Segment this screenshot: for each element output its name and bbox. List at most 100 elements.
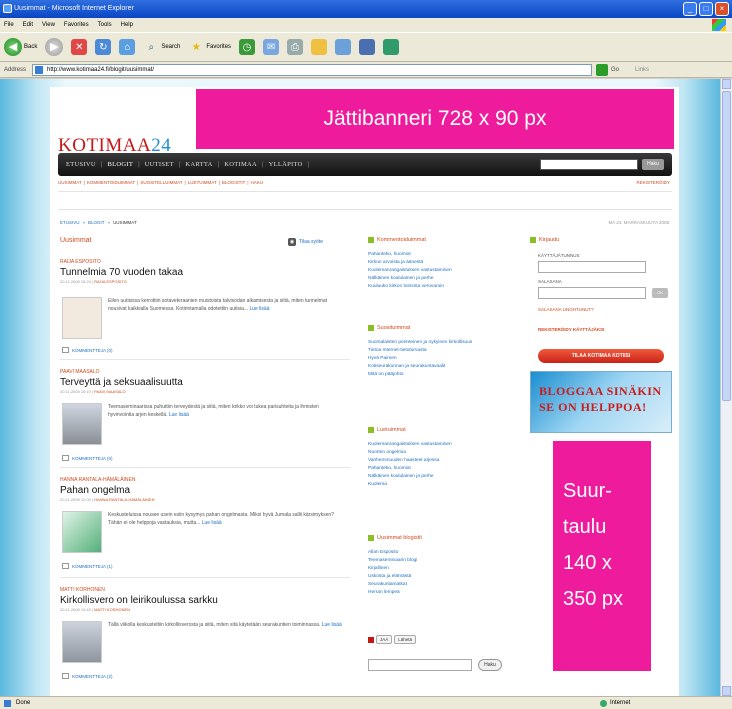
- scroll-up-arrow[interactable]: [722, 79, 731, 89]
- post-comments[interactable]: KOMMENTTEJA (1): [62, 563, 113, 569]
- subnav-blogistit[interactable]: BLOGISTIT: [222, 180, 246, 185]
- read-more-link[interactable]: Lue lisää: [202, 520, 222, 526]
- toolbar-extra-icon[interactable]: [383, 39, 400, 55]
- list-item[interactable]: Uskosta ja elämästä: [368, 573, 518, 581]
- nav-yllapito[interactable]: YLLÄPITO: [269, 161, 303, 168]
- list-item[interactable]: Pahanteko, huomiot: [368, 251, 518, 259]
- list-item[interactable]: Nuorten ongelmia: [368, 449, 518, 457]
- nav-etusivu[interactable]: ETUSIVU: [66, 161, 96, 168]
- stop-icon[interactable]: ✕: [71, 39, 88, 55]
- search-button[interactable]: ⌕ Search: [143, 39, 181, 55]
- subnav-uusimmat[interactable]: UUSIMMAT: [58, 180, 82, 185]
- nav-uutiset[interactable]: UUTISET: [145, 161, 174, 168]
- list-item[interactable]: Hyvä Paimen: [368, 355, 518, 363]
- mail-icon[interactable]: ✉: [263, 39, 280, 55]
- menu-edit[interactable]: Edit: [23, 22, 33, 28]
- register-link[interactable]: REKISTERÖIDY: [636, 180, 670, 185]
- nav-blogit[interactable]: BLOGIT: [107, 161, 133, 168]
- post-comments[interactable]: KOMMENTTEJA (0): [62, 455, 113, 461]
- blog-promo-ad[interactable]: BLOGGAA SINÄKIN SE ON HELPPOA!: [530, 371, 672, 433]
- list-item[interactable]: Kuolema: [368, 481, 518, 489]
- list-item[interactable]: Nälkäinen koululainen ja perhe: [368, 473, 518, 481]
- favorites-button[interactable]: ★ Favorites: [188, 39, 231, 55]
- address-field[interactable]: http://www.kotimaa24.fi/blogit/uusimmat/: [32, 63, 593, 76]
- post-blogger[interactable]: MATTI KORHONEN: [60, 587, 350, 593]
- folder-icon[interactable]: [311, 39, 328, 55]
- scroll-down-arrow[interactable]: [722, 686, 731, 696]
- nav-kotimaa[interactable]: KOTIMAA: [224, 161, 257, 168]
- list-item[interactable]: Kirjallinen: [368, 565, 518, 573]
- subnav-kommentoiduimmat[interactable]: KOMMENTOIDUIMMAT: [87, 180, 135, 185]
- list-item[interactable]: Nälkäinen koululainen ja perhe: [368, 275, 518, 283]
- breadcrumb-etusivu[interactable]: ETUSIVU: [60, 220, 80, 225]
- skyscraper-ad[interactable]: Suur- taulu 140 x 350 px: [553, 441, 651, 671]
- nav-kartta[interactable]: KARTTA: [185, 161, 212, 168]
- post-title[interactable]: Kirkollisvero on leirikoulussa sarkku: [60, 595, 350, 606]
- read-more-link[interactable]: Lue lisää: [249, 306, 269, 312]
- menu-tools[interactable]: Tools: [98, 22, 112, 28]
- blog-search-button[interactable]: Haku: [478, 659, 502, 671]
- go-button[interactable]: Go: [611, 67, 619, 73]
- list-item[interactable]: Teemaseminaarin blogi: [368, 557, 518, 565]
- list-item[interactable]: Mitä on pääjohto: [368, 371, 518, 379]
- links-button[interactable]: Links: [635, 67, 649, 73]
- post-comments[interactable]: KOMMENTTEJA (0): [62, 347, 113, 353]
- menu-view[interactable]: View: [42, 22, 55, 28]
- blog-search-input[interactable]: [368, 659, 472, 671]
- research-icon[interactable]: [359, 39, 376, 55]
- username-field[interactable]: [538, 261, 646, 273]
- post-title[interactable]: Pahan ongelma: [60, 485, 350, 496]
- order-kotimaa-button[interactable]: TILAA KOTIMAA KOTIISI: [538, 349, 664, 363]
- menu-favorites[interactable]: Favorites: [64, 22, 89, 28]
- list-item[interactable]: Kuuluuko kirkon toiminta verovaroin: [368, 283, 518, 291]
- list-item[interactable]: Seurakuntamatkat: [368, 581, 518, 589]
- back-button[interactable]: ◀ Back: [4, 38, 37, 56]
- list-item[interactable]: Suomalaisten perinteinen ja nykyinen kir…: [368, 339, 518, 347]
- forward-icon[interactable]: ▶: [45, 38, 64, 56]
- refresh-icon[interactable]: ↻: [95, 39, 112, 55]
- post-blogger[interactable]: RAIJA ESPOSITO: [60, 259, 350, 265]
- top-banner-ad[interactable]: Jättibanneri 728 x 90 px: [196, 89, 674, 149]
- maximize-button[interactable]: □: [699, 2, 713, 16]
- read-more-link[interactable]: Lue lisää: [169, 412, 189, 418]
- vertical-scrollbar[interactable]: [720, 79, 732, 696]
- subnav-luetuimmat[interactable]: LUETUIMMAT: [188, 180, 217, 185]
- go-icon[interactable]: [596, 63, 609, 76]
- site-search-button[interactable]: Haku: [642, 159, 664, 170]
- history-icon[interactable]: ◷: [239, 39, 256, 55]
- list-item[interactable]: Kuolemanrangaistuksen vastustaminen: [368, 267, 518, 275]
- list-item[interactable]: Tietoa Internet-tietoturvasta: [368, 347, 518, 355]
- minimize-button[interactable]: _: [683, 2, 697, 16]
- list-item[interactable]: Kirkon arvoista ja äänestä: [368, 259, 518, 267]
- forgot-password-link[interactable]: SALASANA UNOHTUNUT?: [538, 307, 594, 312]
- list-item[interactable]: Herran lempeä: [368, 589, 518, 597]
- menu-file[interactable]: File: [4, 22, 14, 28]
- post-blogger[interactable]: HANNA RANTALA-HÄMÄLÄINEN: [60, 477, 350, 483]
- list-item[interactable]: Kuolemanrangaistuksen vastustaminen: [368, 441, 518, 449]
- share-button[interactable]: JAA: [376, 635, 393, 644]
- menu-help[interactable]: Help: [121, 22, 133, 28]
- list-item[interactable]: Pahanteko, huomiot: [368, 465, 518, 473]
- post-title[interactable]: Terveyttä ja seksuaalisuutta: [60, 377, 350, 388]
- subnav-suositelluimmat[interactable]: SUOSITELLUIMMAT: [140, 180, 182, 185]
- password-field[interactable]: [538, 287, 646, 299]
- rss-subscribe[interactable]: ◉ Tilaa syöte: [288, 238, 323, 246]
- post-comments[interactable]: KOMMENTTEJA (2): [62, 673, 113, 679]
- home-icon[interactable]: ⌂: [119, 39, 136, 55]
- scroll-thumb[interactable]: [722, 91, 731, 401]
- send-button[interactable]: Lähetä: [394, 635, 417, 644]
- breadcrumb-blogit[interactable]: BLOGIT: [88, 220, 105, 225]
- subnav-haku[interactable]: HAKU: [251, 180, 264, 185]
- messenger-icon[interactable]: [335, 39, 352, 55]
- login-button[interactable]: OK: [652, 288, 668, 298]
- print-icon[interactable]: ⎙: [287, 39, 304, 55]
- list-item[interactable]: Vanhemmuuden haasteet arjessa: [368, 457, 518, 465]
- register-user-link[interactable]: REKISTERÖIDY KÄYTTÄJÄKSI: [538, 327, 604, 332]
- post-title[interactable]: Tunnelmia 70 vuoden takaa: [60, 267, 350, 278]
- site-search-input[interactable]: [540, 159, 638, 170]
- list-item[interactable]: Allan Esposito: [368, 549, 518, 557]
- list-item[interactable]: Kotiseurakunnan ja seurakuntavaalit: [368, 363, 518, 371]
- read-more-link[interactable]: Lue lisää: [322, 622, 342, 628]
- post-blogger[interactable]: PAAVI MAASALO: [60, 369, 350, 375]
- close-button[interactable]: ×: [715, 2, 729, 16]
